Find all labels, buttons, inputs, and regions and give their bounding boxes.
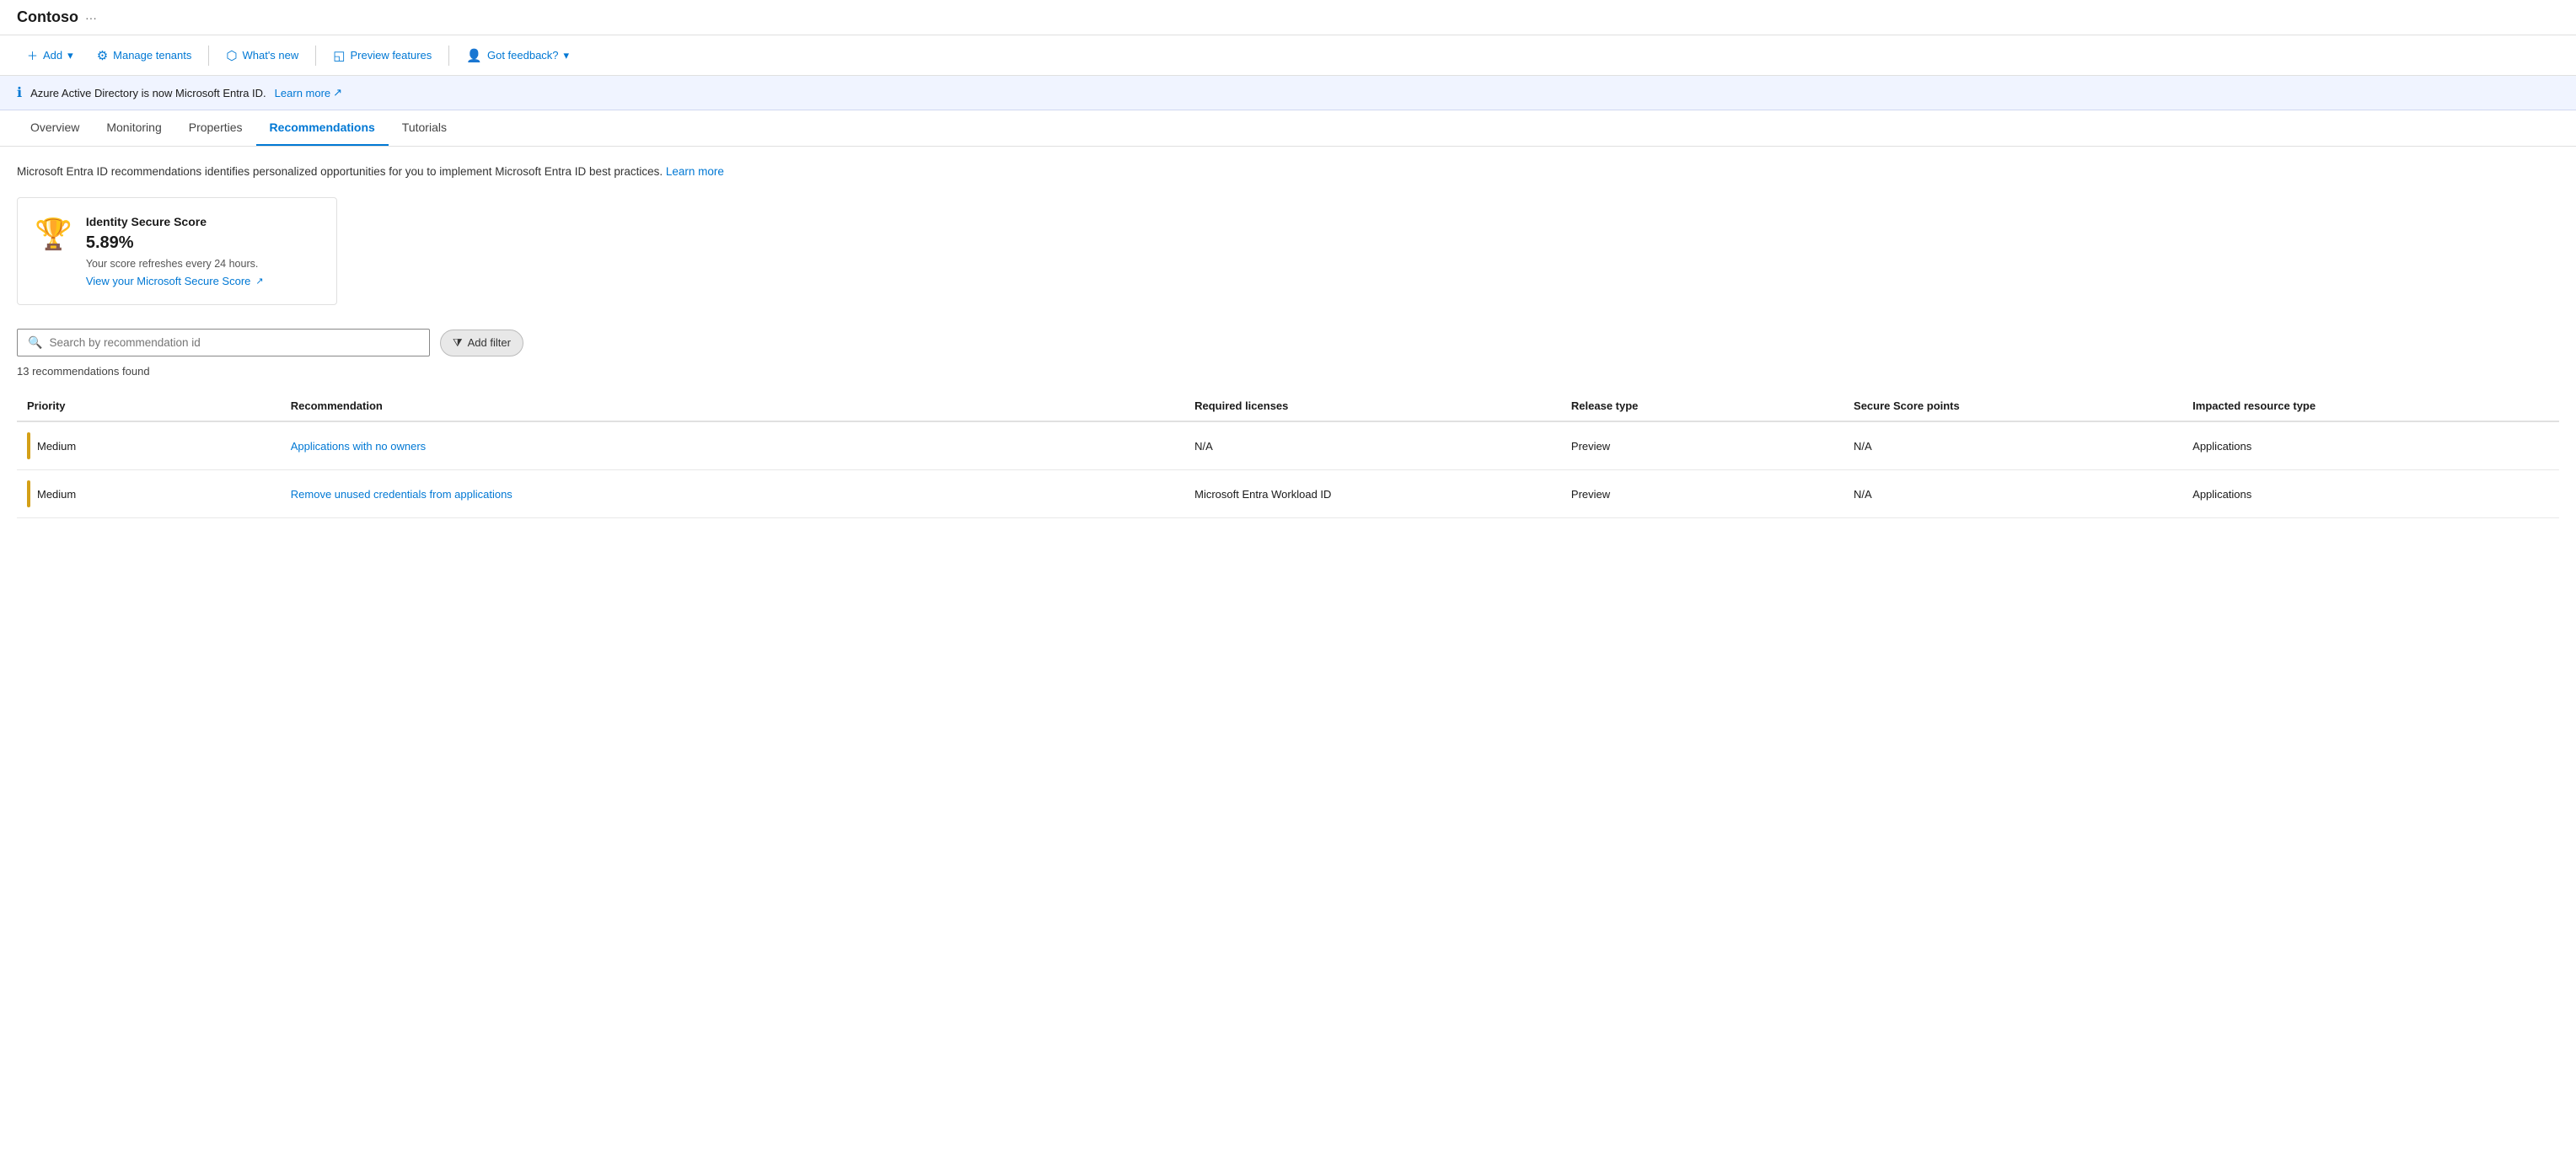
tab-tutorials[interactable]: Tutorials [389, 110, 460, 146]
trophy-icon: 🏆 [35, 217, 72, 252]
tab-properties[interactable]: Properties [175, 110, 256, 146]
tab-monitoring[interactable]: Monitoring [93, 110, 174, 146]
header-score-points: Secure Score points [1843, 391, 2182, 421]
priority-cell-2: Medium [17, 470, 281, 518]
external-link-icon: ↗ [333, 86, 342, 99]
app-title: Contoso [17, 8, 78, 26]
header-release-type: Release type [1561, 391, 1843, 421]
plus-icon: ＋ [27, 47, 38, 63]
release-type-cell-1: Preview [1561, 421, 1843, 470]
search-filter-bar: 🔍 ⧩ Add filter [17, 329, 2559, 356]
info-icon: ℹ [17, 84, 22, 101]
info-banner: ℹ Azure Active Directory is now Microsof… [0, 76, 2576, 110]
feedback-icon: 👤 [466, 48, 482, 63]
ellipsis-menu[interactable]: ··· [85, 11, 97, 24]
description-learn-more-link[interactable]: Learn more [666, 165, 724, 178]
separator-3 [448, 46, 449, 66]
recommendation-cell-1: Applications with no owners [281, 421, 1184, 470]
header-resource-type: Impacted resource type [2182, 391, 2559, 421]
separator-2 [315, 46, 316, 66]
chevron-down-icon-feedback: ▾ [564, 49, 570, 62]
main-content: Microsoft Entra ID recommendations ident… [0, 147, 2576, 535]
licenses-cell-2: Microsoft Entra Workload ID [1184, 470, 1561, 518]
recommendation-link-1[interactable]: Applications with no owners [291, 440, 426, 453]
score-points-cell-1: N/A [1843, 421, 2182, 470]
search-icon: 🔍 [28, 335, 42, 350]
score-value: 5.89% [86, 233, 264, 253]
priority-indicator-1 [27, 432, 30, 459]
top-bar: Contoso ··· [0, 0, 2576, 35]
table-header-row: Priority Recommendation Required license… [17, 391, 2559, 421]
score-info: Identity Secure Score 5.89% Your score r… [86, 215, 264, 287]
licenses-cell-1: N/A [1184, 421, 1561, 470]
table-row: Medium Applications with no owners N/A P… [17, 421, 2559, 470]
priority-cell-1: Medium [17, 421, 281, 470]
search-input[interactable] [49, 336, 419, 349]
manage-tenants-button[interactable]: ⚙ Manage tenants [87, 43, 202, 68]
resource-type-cell-1: Applications [2182, 421, 2559, 470]
chevron-down-icon: ▾ [67, 49, 73, 62]
header-priority: Priority [17, 391, 281, 421]
header-recommendation: Recommendation [281, 391, 1184, 421]
whats-new-button[interactable]: ⬡ What's new [216, 43, 309, 68]
tab-recommendations[interactable]: Recommendations [256, 110, 389, 146]
results-count: 13 recommendations found [17, 365, 2559, 378]
add-filter-button[interactable]: ⧩ Add filter [440, 330, 523, 356]
identity-secure-score-card: 🏆 Identity Secure Score 5.89% Your score… [17, 197, 337, 305]
priority-indicator-2 [27, 480, 30, 507]
external-link-icon-score: ↗ [255, 276, 263, 287]
header-licenses: Required licenses [1184, 391, 1561, 421]
got-feedback-button[interactable]: 👤 Got feedback? ▾ [456, 43, 579, 68]
score-points-cell-2: N/A [1843, 470, 2182, 518]
score-title: Identity Secure Score [86, 215, 264, 228]
preview-features-button[interactable]: ◱ Preview features [323, 43, 442, 68]
banner-learn-more-link[interactable]: Learn more ↗ [275, 86, 342, 99]
recommendations-table: Priority Recommendation Required license… [17, 391, 2559, 518]
preview-icon: ◱ [333, 48, 345, 63]
page-description: Microsoft Entra ID recommendations ident… [17, 163, 2559, 180]
banner-text: Azure Active Directory is now Microsoft … [30, 87, 266, 99]
recommendation-cell-2: Remove unused credentials from applicati… [281, 470, 1184, 518]
score-refresh-text: Your score refreshes every 24 hours. [86, 258, 264, 270]
table-row: Medium Remove unused credentials from ap… [17, 470, 2559, 518]
view-secure-score-link[interactable]: View your Microsoft Secure Score ↗ [86, 275, 264, 287]
whats-new-icon: ⬡ [226, 48, 237, 63]
release-type-cell-2: Preview [1561, 470, 1843, 518]
tab-bar: Overview Monitoring Properties Recommend… [0, 110, 2576, 147]
tab-overview[interactable]: Overview [17, 110, 93, 146]
recommendation-link-2[interactable]: Remove unused credentials from applicati… [291, 488, 513, 501]
resource-type-cell-2: Applications [2182, 470, 2559, 518]
separator-1 [208, 46, 209, 66]
search-box: 🔍 [17, 329, 430, 356]
add-button[interactable]: ＋ Add ▾ [17, 42, 83, 68]
filter-icon: ⧩ [453, 336, 463, 350]
toolbar: ＋ Add ▾ ⚙ Manage tenants ⬡ What's new ◱ … [0, 35, 2576, 76]
gear-icon: ⚙ [97, 48, 108, 63]
